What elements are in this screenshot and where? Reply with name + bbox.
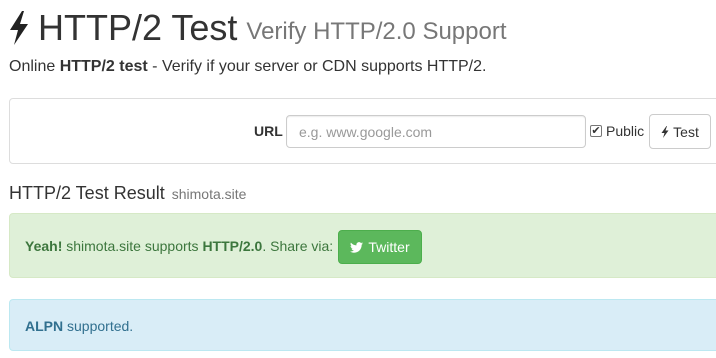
success-domain: shimota.site: [66, 238, 141, 254]
intro-prefix: Online: [9, 58, 60, 75]
alpn-message: ALPN supported.: [25, 318, 133, 334]
page-header: HTTP/2 Test Verify HTTP/2.0 Support: [8, 6, 507, 50]
success-share-text: . Share via:: [262, 238, 334, 254]
bolt-icon: [661, 125, 669, 138]
page-subtitle: Verify HTTP/2.0 Support: [246, 18, 507, 45]
test-form-panel: URL ✔ Public Test: [9, 98, 716, 164]
result-domain: shimota.site: [171, 186, 247, 202]
alpn-info-alert: ALPN supported.: [9, 299, 716, 351]
alpn-label: ALPN: [25, 318, 64, 334]
twitter-label: Twitter: [368, 239, 410, 255]
page: HTTP/2 Test Verify HTTP/2.0 Support Onli…: [0, 0, 716, 358]
success-supports-text: supports: [140, 238, 203, 254]
alpn-supported-text: supported.: [63, 318, 134, 334]
twitter-icon: [350, 241, 364, 253]
result-heading-text: HTTP/2 Test Result: [9, 183, 165, 203]
intro-suffix: - Verify if your server or CDN supports …: [147, 58, 487, 75]
intro-text: Online HTTP/2 test - Verify if your serv…: [9, 58, 486, 76]
page-title: HTTP/2 Test: [38, 7, 238, 48]
url-label: URL: [254, 123, 283, 139]
test-button[interactable]: Test: [649, 114, 711, 149]
result-heading: HTTP/2 Test Result shimota.site: [9, 183, 246, 204]
public-label: Public: [606, 123, 645, 139]
success-alert: Yeah! shimota.site supports HTTP/2.0. Sh…: [9, 213, 716, 278]
twitter-share-button[interactable]: Twitter: [338, 230, 422, 264]
bolt-icon: [10, 11, 28, 45]
public-checkbox[interactable]: ✔: [590, 125, 602, 137]
success-message: Yeah! shimota.site supports HTTP/2.0. Sh…: [25, 238, 333, 254]
success-protocol: HTTP/2.0: [202, 238, 263, 254]
success-yeah: Yeah!: [25, 238, 63, 254]
url-input[interactable]: [286, 115, 586, 148]
intro-bold: HTTP/2 test: [59, 58, 148, 75]
public-checkbox-group[interactable]: ✔ Public: [590, 123, 644, 139]
test-button-label: Test: [673, 123, 699, 140]
